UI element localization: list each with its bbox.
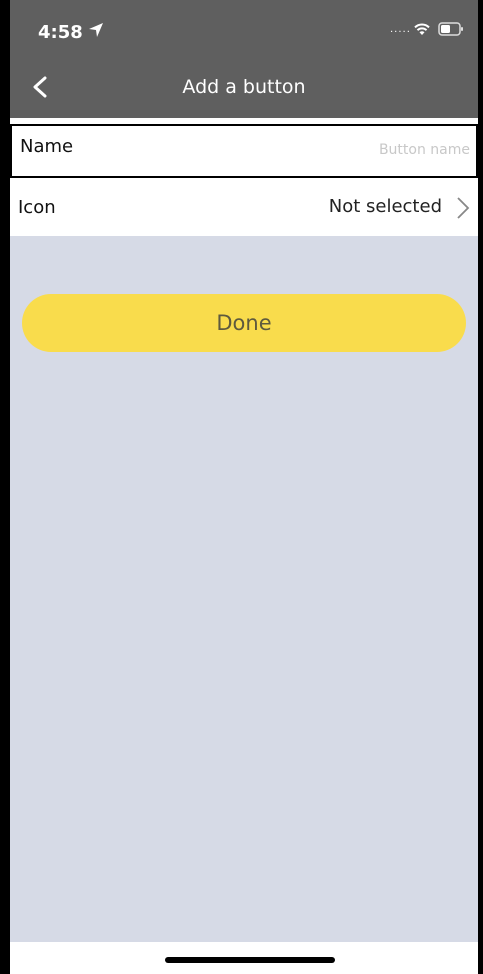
chevron-right-icon (457, 197, 470, 219)
signal-dots: ..... (390, 24, 411, 35)
button-name-input[interactable] (268, 136, 472, 164)
icon-label: Icon (18, 197, 56, 218)
done-button[interactable]: Done (22, 294, 466, 352)
home-indicator[interactable] (165, 957, 335, 963)
content-area: Done (10, 236, 478, 942)
name-row[interactable]: Name (10, 124, 478, 178)
bottom-bar (10, 942, 478, 974)
status-bar: 4:58 ..... (10, 0, 478, 56)
page-title: Add a button (182, 76, 306, 98)
location-arrow-icon (89, 23, 103, 37)
wifi-icon (414, 23, 430, 35)
icon-value: Not selected (328, 196, 442, 217)
phone-screen: 4:58 ..... Add a button Name Icon Not se… (0, 0, 483, 974)
nav-bar: Add a button (10, 56, 478, 118)
status-time: 4:58 (38, 22, 83, 43)
battery-icon (438, 22, 463, 36)
name-label: Name (20, 136, 74, 157)
icon-row[interactable]: Icon Not selected (10, 180, 478, 236)
